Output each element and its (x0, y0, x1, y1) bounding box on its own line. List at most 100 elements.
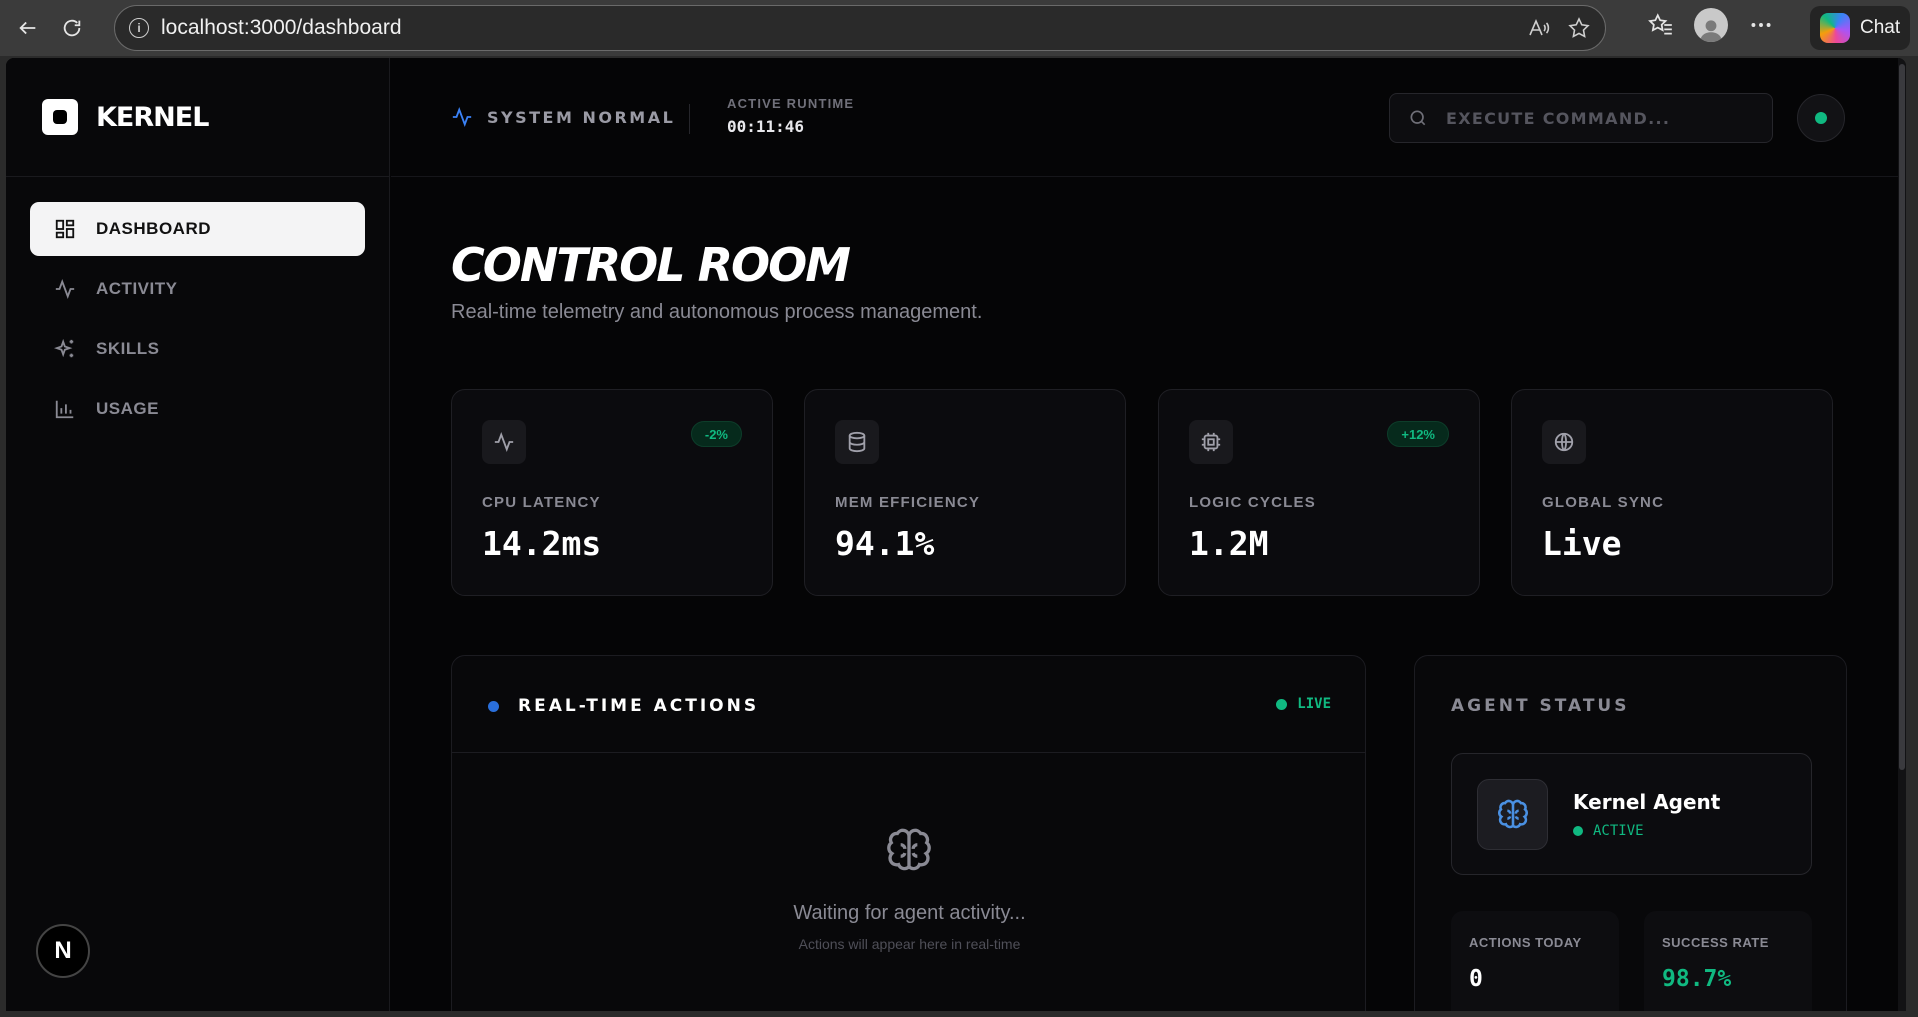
arrow-left-icon (19, 21, 36, 35)
mini-stat-value: 0 (1469, 966, 1483, 992)
mini-stat-label: SUCCESS RATE (1662, 935, 1769, 950)
indicator-dot (488, 701, 499, 712)
stat-card-cpu-latency: -2% CPU LATENCY 14.2ms (451, 389, 773, 596)
stat-label: MEM EFFICIENCY (835, 494, 981, 511)
stat-label: LOGIC CYCLES (1189, 494, 1316, 511)
stat-label: CPU LATENCY (482, 494, 601, 511)
command-input[interactable] (1446, 108, 1746, 128)
search-icon (1410, 110, 1426, 126)
page-subtitle: Real-time telemetry and autonomous proce… (451, 301, 983, 323)
mini-stat-label: ACTIONS TODAY (1469, 935, 1582, 950)
stat-label: GLOBAL SYNC (1542, 494, 1665, 511)
stat-value: 94.1% (835, 524, 935, 563)
main-content: SYSTEM NORMAL ACTIVE RUNTIME 00:11:46 CO… (391, 58, 1906, 1011)
stat-icon-box (835, 420, 879, 464)
command-bar[interactable] (1389, 93, 1773, 143)
actions-today-card: ACTIONS TODAY 0 (1451, 911, 1619, 1011)
runtime-label: ACTIVE RUNTIME (727, 96, 855, 111)
sidebar-item-dashboard[interactable]: DASHBOARD (30, 202, 365, 256)
copilot-chat-button[interactable]: Chat (1810, 6, 1910, 50)
favorites-icon[interactable] (1648, 12, 1674, 38)
divider (689, 104, 690, 134)
active-runtime: ACTIVE RUNTIME 00:11:46 (727, 96, 854, 136)
sidebar-item-skills[interactable]: SKILLS (30, 322, 365, 376)
stat-card-logic-cycles: +12% LOGIC CYCLES 1.2M (1158, 389, 1480, 596)
brain-icon (887, 828, 931, 871)
stat-value: Live (1542, 524, 1622, 563)
app-window: KERNEL DASHBOARD ACTIVITY SKILLS USAGE N (6, 58, 1906, 1011)
system-status: SYSTEM NORMAL (451, 106, 675, 128)
reload-button[interactable] (52, 8, 92, 48)
kernel-logo-icon (42, 99, 78, 135)
stat-card-global-sync: GLOBAL SYNC Live (1511, 389, 1833, 596)
trend-badge: -2% (690, 421, 742, 447)
agent-status-label: ACTIVE (1593, 823, 1644, 839)
live-dot (1276, 698, 1288, 710)
stat-icon-box (1542, 420, 1586, 464)
pulse-icon (494, 432, 514, 452)
pulse-icon (452, 107, 472, 127)
sparkles-icon (54, 338, 74, 358)
pulse-icon (55, 279, 75, 299)
mini-stat-value: 98.7% (1662, 966, 1732, 992)
globe-icon (1554, 432, 1574, 452)
agent-status: ACTIVE (1573, 823, 1644, 839)
sidebar-nav: DASHBOARD ACTIVITY SKILLS USAGE (6, 177, 389, 467)
empty-state-subtitle: Actions will appear here in real-time (798, 936, 1021, 952)
more-options-icon[interactable] (1748, 12, 1774, 38)
chat-label: Chat (1860, 17, 1901, 38)
browser-toolbar: i localhost:3000/dashboard Chat (0, 0, 1918, 56)
user-icon (1700, 20, 1722, 42)
agent-card[interactable]: Kernel Agent ACTIVE (1451, 753, 1812, 875)
sidebar: KERNEL DASHBOARD ACTIVITY SKILLS USAGE N (6, 58, 390, 1011)
trend-badge: +12% (1387, 421, 1449, 447)
page-title: CONTROL ROOM (451, 238, 851, 292)
back-button[interactable] (8, 8, 48, 48)
sidebar-item-label: DASHBOARD (96, 219, 211, 238)
stat-value: 14.2ms (482, 524, 602, 563)
panel-header: REAL-TIME ACTIONS LIVE (452, 656, 1365, 753)
read-aloud-icon[interactable] (1527, 16, 1551, 40)
status-dot (1815, 112, 1827, 124)
scrollbar-thumb[interactable] (1899, 64, 1905, 770)
panel-title: REAL-TIME ACTIONS (518, 696, 760, 716)
bar-chart-icon (55, 400, 74, 419)
agent-name: Kernel Agent (1573, 790, 1721, 814)
empty-state-title: Waiting for agent activity... (793, 902, 1026, 924)
sidebar-item-label: SKILLS (96, 339, 160, 358)
stat-card-mem-efficiency: MEM EFFICIENCY 94.1% (804, 389, 1126, 596)
database-icon (848, 431, 866, 453)
system-status-label: SYSTEM NORMAL (487, 107, 676, 127)
nextjs-badge[interactable]: N (36, 924, 90, 978)
cpu-icon (1201, 432, 1221, 452)
sidebar-item-label: ACTIVITY (96, 279, 178, 298)
brand-name: KERNEL (96, 101, 209, 133)
runtime-value: 00:11:46 (727, 117, 805, 136)
stat-icon-box (482, 420, 526, 464)
live-indicator: LIVE (1276, 696, 1331, 712)
panel-title: AGENT STATUS (1451, 696, 1630, 716)
favorite-star-icon[interactable] (1567, 16, 1591, 40)
agent-status-panel: AGENT STATUS Kernel Agent ACTIVE ACTIONS… (1414, 655, 1847, 1011)
sidebar-item-activity[interactable]: ACTIVITY (30, 262, 365, 316)
brain-icon (1497, 799, 1528, 828)
topbar: SYSTEM NORMAL ACTIVE RUNTIME 00:11:46 (391, 58, 1906, 177)
brand[interactable]: KERNEL (6, 58, 389, 177)
site-info-icon[interactable]: i (129, 18, 149, 38)
profile-avatar[interactable] (1694, 8, 1728, 42)
real-time-actions-panel: REAL-TIME ACTIONS LIVE Waiting for agent… (451, 655, 1366, 1011)
success-rate-card: SUCCESS RATE 98.7% (1644, 911, 1812, 1011)
stat-value: 1.2M (1189, 524, 1269, 563)
connection-status-button[interactable] (1797, 94, 1845, 142)
address-bar[interactable]: i localhost:3000/dashboard (114, 5, 1606, 51)
url-text[interactable]: localhost:3000/dashboard (161, 16, 402, 40)
status-dot (1573, 826, 1583, 836)
copilot-icon (1820, 13, 1850, 43)
agent-icon-box (1477, 779, 1548, 850)
grid-icon (55, 219, 75, 239)
live-label: LIVE (1297, 696, 1331, 712)
scrollbar[interactable] (1898, 58, 1906, 1011)
sidebar-item-label: USAGE (96, 399, 159, 418)
reload-icon (63, 19, 81, 37)
sidebar-item-usage[interactable]: USAGE (30, 382, 365, 436)
